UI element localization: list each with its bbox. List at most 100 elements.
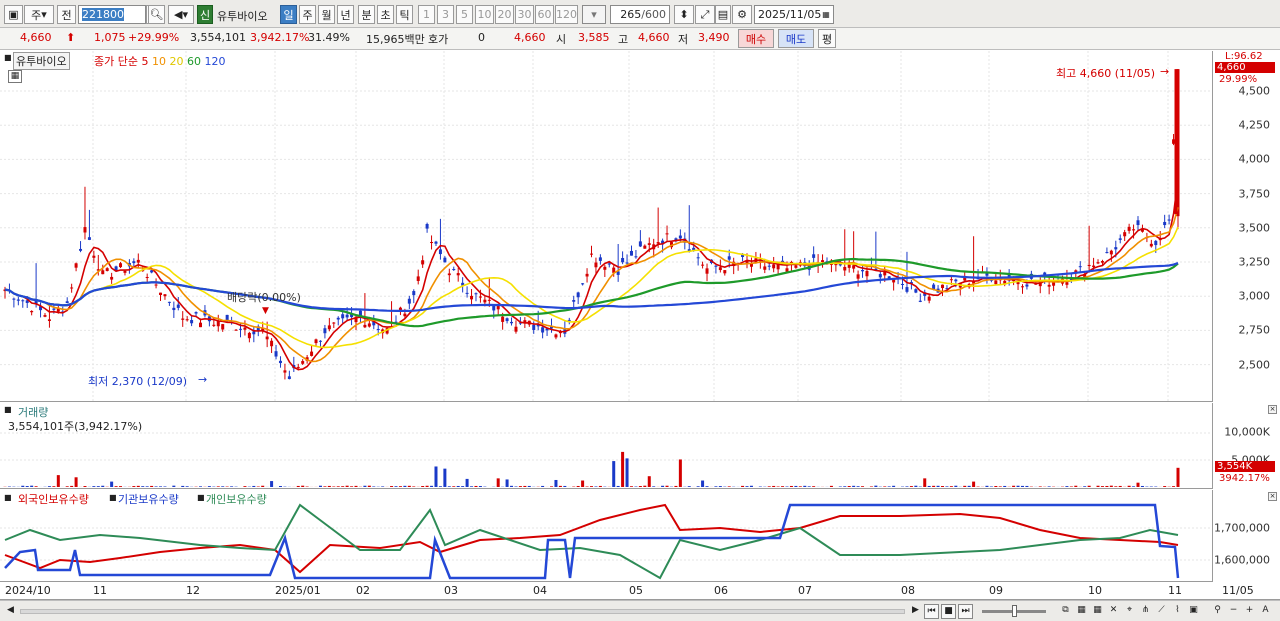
volume-bar <box>114 486 118 487</box>
volume-panel[interactable]: ■ 거래량 3,554,101주(3,942.17%) <box>0 403 1212 489</box>
interval-year[interactable]: 년 <box>337 5 354 24</box>
chart-icon[interactable]: ⌇ <box>1170 604 1185 619</box>
code-input[interactable]: 221800 <box>78 5 146 24</box>
candle-body <box>918 300 922 302</box>
panel-close-icon[interactable]: × <box>1268 492 1277 501</box>
cross-icon[interactable]: ✕ <box>1106 604 1121 619</box>
interval-dropdown[interactable]: ▾ <box>582 5 606 24</box>
num-60[interactable]: 60 <box>535 5 554 24</box>
scrollbar-track[interactable] <box>20 609 905 614</box>
candle-body <box>136 259 140 263</box>
volume-bar <box>163 486 167 487</box>
volume-bar <box>434 466 438 487</box>
extra-button[interactable]: 평 <box>818 29 836 48</box>
calculator-icon[interactable]: ▦ <box>8 70 22 83</box>
layout-icon[interactable]: ⧉ <box>1058 604 1073 619</box>
period-select[interactable]: 주 ▾ <box>24 5 54 24</box>
volume-bar <box>638 486 642 487</box>
speaker-icon[interactable]: ◀▾ <box>168 5 194 24</box>
volume-bar <box>465 478 469 487</box>
volume-bar <box>616 485 620 487</box>
volume-bar <box>1105 485 1109 487</box>
interval-month[interactable]: 월 <box>318 5 335 24</box>
line-tool-icon[interactable]: ⤢ <box>695 5 715 24</box>
last-icon[interactable]: ⏭ <box>958 604 973 619</box>
current-price-tag: 4,660 <box>1215 62 1275 73</box>
volume-bar <box>1132 486 1136 487</box>
candle-body <box>452 269 456 271</box>
zoom-icon[interactable]: ⚲ <box>1210 604 1225 619</box>
institution-holdings-line <box>4 503 1180 580</box>
panel-handle-icon[interactable]: ■ <box>4 405 12 414</box>
candle-body <box>323 328 327 334</box>
panel-handle-icon[interactable]: ■ <box>4 53 12 62</box>
window-icon[interactable]: ▣ <box>4 5 23 24</box>
candle-body <box>345 314 349 318</box>
minus-icon[interactable]: − <box>1226 604 1241 619</box>
panel-handle-icon[interactable]: ■ <box>197 493 205 502</box>
volume-bar <box>767 486 771 487</box>
num-1[interactable]: 1 <box>418 5 435 24</box>
stock-label[interactable]: 유투바이오 <box>13 52 70 70</box>
candle-body <box>21 300 25 302</box>
interval-week[interactable]: 주 <box>299 5 316 24</box>
toolbar: ▣ 주▾ 전 221800 ▾ 🔍︎ ◀▾ 신 유투바이오 일 주 월 년 분 … <box>0 0 1280 28</box>
volume-bar <box>909 486 913 487</box>
zoom-slider-handle[interactable] <box>1012 605 1017 617</box>
interval-minute[interactable]: 분 <box>358 5 375 24</box>
volume-bar <box>199 486 202 487</box>
save-icon[interactable]: ▤ <box>715 5 731 24</box>
volume-bar <box>518 486 522 487</box>
num-5[interactable]: 5 <box>456 5 473 24</box>
sell-button[interactable]: 매도 <box>778 29 814 48</box>
candle-body <box>647 243 651 245</box>
candle-body <box>572 300 576 302</box>
grid-icon[interactable]: ▦ <box>1074 604 1089 619</box>
scroll-left-icon[interactable]: ◀ <box>3 604 18 619</box>
num-10[interactable]: 10 <box>475 5 494 24</box>
candle-body <box>376 328 380 330</box>
panel-handle-icon[interactable]: ■ <box>109 493 117 502</box>
volume-bar <box>119 486 123 487</box>
stop-icon[interactable]: ■ <box>941 604 956 619</box>
candle-icon[interactable]: ⬍ <box>674 5 694 24</box>
interval-second[interactable]: 초 <box>377 5 394 24</box>
interval-tick[interactable]: 틱 <box>396 5 413 24</box>
candle-body <box>43 315 47 317</box>
low-arrow-icon: → <box>198 373 208 386</box>
buy-button[interactable]: 매수 <box>738 29 774 48</box>
num-120[interactable]: 120 <box>555 5 578 24</box>
first-icon[interactable]: ⏮ <box>924 604 939 619</box>
price-chart-panel[interactable]: ■ 유투바이오 종가 단순 5 10 20 60 120 ▦ 최고 4,660 … <box>0 51 1212 402</box>
panel-close-icon[interactable]: × <box>1268 405 1277 414</box>
volume-bar <box>301 485 305 487</box>
search-icon[interactable]: 🔍︎ <box>148 5 165 24</box>
font-icon[interactable]: A <box>1258 604 1273 619</box>
panel-handle-icon[interactable]: ■ <box>4 493 12 502</box>
plus-icon[interactable]: + <box>1242 604 1257 619</box>
scroll-right-icon[interactable]: ▶ <box>908 604 923 619</box>
calendar-icon[interactable]: ▦ <box>819 5 833 24</box>
candle-body <box>234 329 238 331</box>
grid-alt-icon[interactable]: ▦ <box>1090 604 1105 619</box>
legend-foreign: 외국인보유수량 <box>18 493 89 506</box>
current-price: 4,660 <box>20 31 52 44</box>
prev-button[interactable]: 전 <box>57 5 76 24</box>
trend-icon[interactable]: ⟋ <box>1154 604 1169 619</box>
gear-icon[interactable]: ⚙ <box>732 5 752 24</box>
holdings-panel[interactable]: ■ 외국인보유수량 ■ 기관보유수량 ■ 개인보유수량 <box>0 490 1212 582</box>
candle-body <box>403 313 407 317</box>
candle-body <box>576 292 580 298</box>
num-3[interactable]: 3 <box>437 5 454 24</box>
interval-day[interactable]: 일 <box>280 5 297 24</box>
crosshair-icon[interactable]: ⌖ <box>1122 604 1137 619</box>
count-input[interactable]: 265/600 <box>610 5 670 24</box>
num-30[interactable]: 30 <box>515 5 534 24</box>
candle-body <box>163 294 167 297</box>
candle-body <box>70 287 74 289</box>
price-change: 1,075 <box>94 31 126 44</box>
fork-icon[interactable]: ⋔ <box>1138 604 1153 619</box>
candle-body <box>656 242 660 244</box>
num-20[interactable]: 20 <box>495 5 514 24</box>
image-icon[interactable]: ▣ <box>1186 604 1201 619</box>
